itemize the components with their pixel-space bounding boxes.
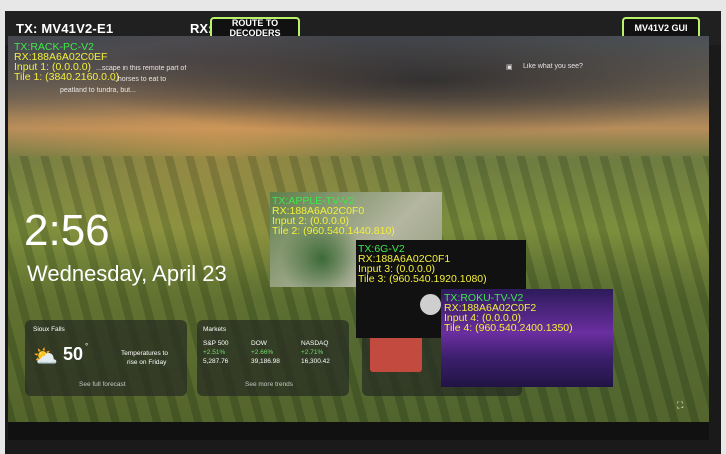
overlay-base-tile: Tile 1: (3840.2160.0.0) (14, 71, 120, 83)
markets-widget[interactable]: Markets S&P 500 +2.51% 5,287.76 DOW +2.6… (197, 320, 349, 396)
lock-date: Wednesday, April 23 (27, 261, 227, 286)
markets-trends-link[interactable]: See more trends (245, 381, 293, 388)
like-what-you-see-text[interactable]: Like what you see? (523, 63, 583, 70)
market-value: 5,287.76 (203, 358, 229, 365)
weather-temp: 50 (63, 344, 84, 364)
weather-note-line1: Temperatures to (121, 350, 168, 357)
preview-canvas: TX:RACK-PC-V2 RX:188A6A02C0EF Input 1: (… (8, 36, 709, 422)
market-change: +2.71% (301, 349, 324, 356)
caption-line1: ...scape in this remote part of (96, 65, 187, 72)
market-change: +2.66% (251, 349, 274, 356)
market-value: 16,300.42 (301, 358, 330, 365)
overlay-roku-tile: Tile 4: (960.540.2400.1350) (444, 322, 573, 334)
news-thumbnail (370, 332, 422, 372)
weather-forecast-link[interactable]: See full forecast (79, 381, 126, 388)
weather-note-line2: rise on Friday (127, 359, 167, 366)
accessibility-icon[interactable]: ⛶ (677, 400, 683, 411)
market-name: NASDAQ (301, 340, 329, 347)
market-name: S&P 500 (203, 340, 229, 347)
market-name: DOW (251, 340, 267, 347)
market-value: 39,186.98 (251, 358, 280, 365)
weather-widget[interactable]: Sioux Falls ⛅ 50 ° Temperatures to rise … (25, 320, 187, 396)
lock-time: 2:56 (24, 206, 110, 255)
weather-city: Sioux Falls (33, 326, 65, 333)
caption-line3: peatland to tundra, but... (60, 87, 136, 94)
overlay-apple-tile: Tile 2: (960.540.1440.810) (272, 225, 395, 237)
bottom-bar (8, 422, 709, 440)
market-change: +2.51% (203, 349, 226, 356)
tx-label: TX: MV41V2-E1 (16, 21, 114, 36)
camera-icon[interactable]: ▣ (506, 63, 513, 71)
partly-sunny-icon: ⛅ (33, 346, 58, 368)
caption-line2: ...horses to eat to (112, 76, 167, 83)
overlay-6g-tile: Tile 3: (960.540.1920.1080) (358, 273, 487, 285)
loading-dot-icon (420, 294, 441, 315)
weather-unit: ° (85, 342, 89, 351)
markets-title: Markets (203, 326, 227, 333)
